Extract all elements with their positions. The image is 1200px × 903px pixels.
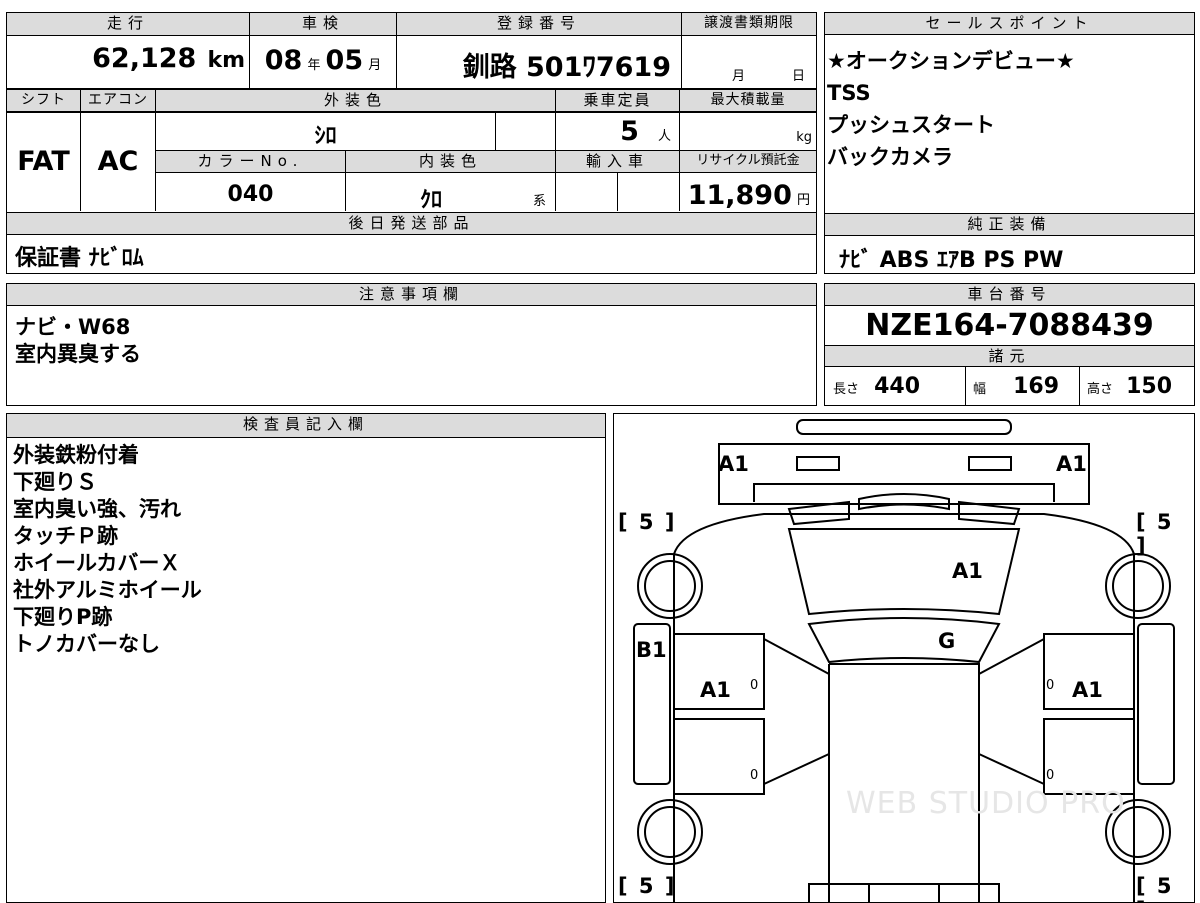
mileage-value: 62,128 (92, 43, 197, 74)
height-cell: 高さ 150 (1087, 374, 1195, 399)
mileage-header: 走行 (7, 13, 249, 35)
max-load-unit: kg (796, 130, 812, 145)
shift-value: FAT (17, 146, 70, 177)
inspector-line: 社外アルミホイール (13, 578, 202, 602)
height-label: 高さ (1087, 382, 1114, 397)
mark-front-left: A1 (718, 452, 749, 476)
note-line: 室内異臭する (15, 342, 141, 366)
sales-points-panel: セールスポイント ★オークションデビュー★ TSS プッシュスタート バックカメ… (824, 12, 1195, 214)
shift-label: シフト (7, 90, 80, 112)
watermark: WEB STUDIO PRO (846, 786, 1126, 821)
genuine-equipment-value: ﾅﾋﾞ ABS ｴｱB PS PW (839, 248, 1064, 273)
deadline-month-unit: 月 (732, 69, 746, 84)
width-label: 幅 (973, 382, 987, 397)
width-cell: 幅 169 (973, 374, 1077, 399)
width-value: 169 (1013, 374, 1060, 399)
registration-number: 釧路 501ﾜ7619 (462, 52, 671, 83)
shaken-month: 05 (325, 45, 364, 76)
interior-color-value: ｸﾛ (419, 188, 442, 213)
notes-label: 注意事項欄 (7, 284, 816, 306)
recycle-cell: 11,890 円 (680, 180, 814, 211)
door-zero-mark: 0 (750, 768, 759, 783)
sales-point-line: プッシュスタート (827, 113, 995, 137)
color-no-value: 040 (227, 182, 274, 207)
inspector-list: 外装鉄粉付着 下廻りＳ 室内臭い強、汚れ タッチＰ跡 ホイールカバーＸ 社外アル… (13, 442, 593, 658)
tire-tread-rear-right: [ 5 ] (1136, 874, 1174, 902)
inspector-line: タッチＰ跡 (13, 524, 118, 548)
chassis-panel: 車台番号 NZE164-7088439 諸元 長さ 440 幅 169 高さ 1… (824, 283, 1195, 406)
aircon-label: エアコン (81, 90, 155, 112)
shaken-cell: 08 年 05 月 (250, 45, 396, 87)
sales-point-line: TSS (827, 81, 871, 105)
chassis-label: 車台番号 (825, 284, 1194, 306)
tire-tread-front-left: [ 5 ] (618, 510, 677, 534)
genuine-equipment-label: 純正装備 (825, 214, 1194, 236)
inspector-line: 室内臭い強、汚れ (13, 497, 181, 521)
mark-windshield: G (938, 629, 956, 653)
capacity-label: 乗車定員 (556, 90, 679, 112)
door-zero-mark: 0 (1046, 768, 1055, 783)
registration-header: 登録番号 (397, 13, 681, 35)
inspector-panel: 検査員記入欄 外装鉄粉付着 下廻りＳ 室内臭い強、汚れ タッチＰ跡 ホイールカバ… (6, 413, 606, 903)
recycle-value: 11,890 (687, 180, 792, 211)
mark-front-right: A1 (1056, 452, 1087, 476)
inspector-line: 下廻りＳ (13, 470, 97, 494)
inspector-line: ホイールカバーＸ (13, 551, 181, 575)
capacity-cell: 5 人 (556, 116, 679, 147)
capacity-value: 5 (620, 116, 639, 147)
car-diagram-panel: A1 A1 A1 G B1 A1 A1 0 0 0 0 [ 5 ] [ 5 ] … (613, 413, 1195, 903)
tire-tread-rear-left: [ 5 ] (618, 874, 677, 898)
inspector-line: 下廻りP跡 (13, 605, 113, 629)
tire-tread-front-right: [ 5 ] (1136, 510, 1174, 558)
inspector-line: 外装鉄粉付着 (13, 443, 139, 467)
shaken-header: 車検 (250, 13, 396, 35)
mileage-cell: 62,128 km (7, 43, 245, 85)
transfer-deadline-header: 譲渡書類期限 (682, 13, 816, 35)
length-label: 長さ (833, 382, 860, 397)
recycle-label: リサイクル預託金 (680, 151, 816, 172)
shaken-year: 08 (264, 45, 303, 76)
mileage-unit: km (207, 48, 245, 73)
sales-point-line: ★オークションデビュー★ (827, 49, 1075, 73)
interior-color-label: 内装色 (346, 151, 555, 172)
spec-table: シフト エアコン 外装色 乗車定員 最大積載量 FAT AC ｼﾛ 5 人 kg… (6, 89, 817, 274)
interior-color-suffix: 系 (533, 194, 547, 209)
notes-panel: 注意事項欄 ナビ・W68 室内異臭する (6, 283, 817, 406)
deadline-day-unit: 日 (792, 69, 806, 84)
inspector-line: トノカバーなし (13, 632, 160, 656)
later-parts-label: 後日発送部品 (7, 213, 816, 234)
import-label: 輸入車 (556, 151, 679, 172)
top-info-panel: 走行 車検 登録番号 譲渡書類期限 62,128 km 08 年 05 月 釧路… (6, 12, 817, 89)
mark-left-front-door: A1 (700, 678, 731, 702)
inspector-label: 検査員記入欄 (7, 414, 605, 438)
capacity-unit: 人 (657, 129, 671, 144)
mark-left-side: B1 (636, 638, 667, 662)
exterior-color-value: ｼﾛ (314, 124, 337, 149)
mark-right-front-door: A1 (1072, 678, 1103, 702)
door-zero-mark: 0 (1046, 678, 1055, 693)
length-value: 440 (874, 374, 921, 399)
genuine-equipment-panel: 純正装備 ﾅﾋﾞ ABS ｴｱB PS PW (824, 213, 1195, 274)
chassis-number: NZE164-7088439 (865, 308, 1154, 343)
height-value: 150 (1126, 374, 1173, 399)
notes-list: ナビ・W68 室内異臭する (15, 314, 795, 368)
dims-label: 諸元 (825, 345, 1194, 367)
color-no-label: カラーNo. (156, 151, 345, 172)
mark-hood: A1 (952, 559, 983, 583)
sales-points-label: セールスポイント (825, 13, 1194, 35)
door-zero-mark: 0 (750, 678, 759, 693)
length-cell: 長さ 440 (833, 374, 963, 399)
sales-point-line: バックカメラ (827, 145, 953, 169)
car-outline (633, 419, 1175, 902)
aircon-value: AC (97, 146, 139, 177)
shaken-month-unit: 月 (368, 58, 382, 73)
recycle-unit: 円 (796, 193, 810, 208)
max-load-label: 最大積載量 (680, 90, 816, 112)
exterior-color-label: 外装色 (156, 90, 555, 112)
sales-points-list: ★オークションデビュー★ TSS プッシュスタート バックカメラ (827, 45, 1187, 173)
note-line: ナビ・W68 (15, 315, 131, 339)
later-parts-value: 保証書 ﾅﾋﾞﾛﾑ (15, 246, 144, 271)
shaken-year-unit: 年 (307, 58, 321, 73)
